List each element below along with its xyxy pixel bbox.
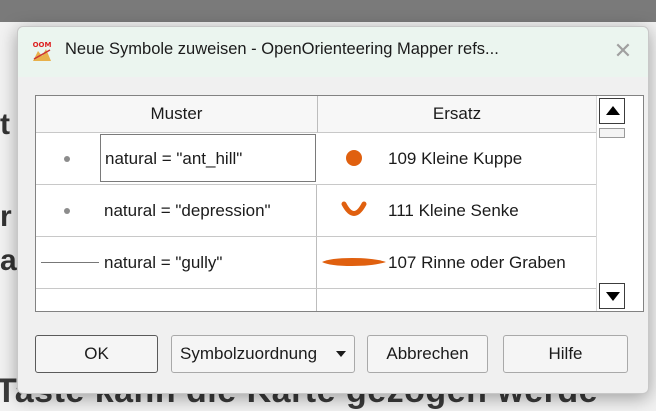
pattern-icon-cell (36, 237, 99, 288)
table-row[interactable]: natural = "ant_hill" 109 Kleine Kuppe (36, 133, 596, 185)
pattern-icon-cell (36, 185, 99, 236)
gray-dot-icon (64, 208, 70, 214)
pattern-text[interactable]: natural = "gully" (100, 237, 317, 288)
oom-app-icon: OOM (33, 41, 52, 61)
assign-symbols-dialog: OOM Neue Symbole zuweisen - OpenOrientee… (17, 26, 649, 394)
scrollbar-thumb[interactable] (599, 128, 625, 138)
vertical-scrollbar[interactable] (596, 96, 627, 311)
scroll-up-button[interactable] (599, 98, 625, 124)
line-icon (41, 262, 99, 263)
dialog-titlebar: OOM Neue Symbole zuweisen - OpenOrientee… (18, 27, 648, 77)
ok-button[interactable]: OK (35, 335, 158, 373)
background-text-fragment: a (0, 244, 17, 277)
symbol-icon-cell (318, 237, 388, 288)
arrow-up-icon (606, 106, 620, 115)
background-text-fragment: r (0, 200, 12, 233)
replacement-symbol[interactable]: 109 Kleine Kuppe (388, 133, 596, 184)
column-header-ersatz[interactable]: Ersatz (318, 96, 596, 133)
symbol-mapping-label: Symbolzuordnung (180, 344, 318, 363)
chevron-down-icon (336, 351, 346, 357)
table-row[interactable]: natural = "depression" 111 Kleine Senke (36, 185, 596, 237)
symbol-mapping-table: Muster Ersatz natural = "ant_hill" 109 K… (35, 95, 644, 312)
background-text-fragment: t (0, 108, 10, 141)
table-row[interactable] (36, 289, 596, 311)
pattern-text[interactable]: natural = "depression" (100, 185, 317, 236)
symbol-mapping-dropdown[interactable]: Symbolzuordnung (171, 335, 355, 373)
orange-gully-icon (322, 258, 386, 266)
replacement-symbol[interactable]: 111 Kleine Senke (388, 185, 596, 236)
scroll-down-button[interactable] (599, 283, 625, 309)
cancel-button[interactable]: Abbrechen (367, 335, 488, 373)
pattern-icon-cell (36, 133, 99, 184)
pattern-edit-field[interactable]: natural = "ant_hill" (100, 134, 316, 182)
table-row[interactable]: natural = "gully" 107 Rinne oder Graben (36, 237, 596, 289)
symbol-icon-cell (318, 185, 388, 236)
background-window-strip (0, 0, 656, 22)
arrow-down-icon (606, 292, 620, 301)
close-icon[interactable]: ✕ (610, 39, 636, 65)
help-button[interactable]: Hilfe (503, 335, 628, 373)
orange-depression-icon (341, 201, 367, 216)
symbol-icon-cell (318, 133, 388, 184)
orange-dot-icon (346, 150, 362, 166)
column-header-muster[interactable]: Muster (36, 96, 318, 133)
dialog-title: Neue Symbole zuweisen - OpenOrienteering… (65, 40, 499, 58)
gray-dot-icon (64, 156, 70, 162)
replacement-symbol[interactable]: 107 Rinne oder Graben (388, 237, 596, 288)
pattern-text[interactable] (100, 289, 317, 311)
svg-text:OOM: OOM (33, 41, 52, 49)
